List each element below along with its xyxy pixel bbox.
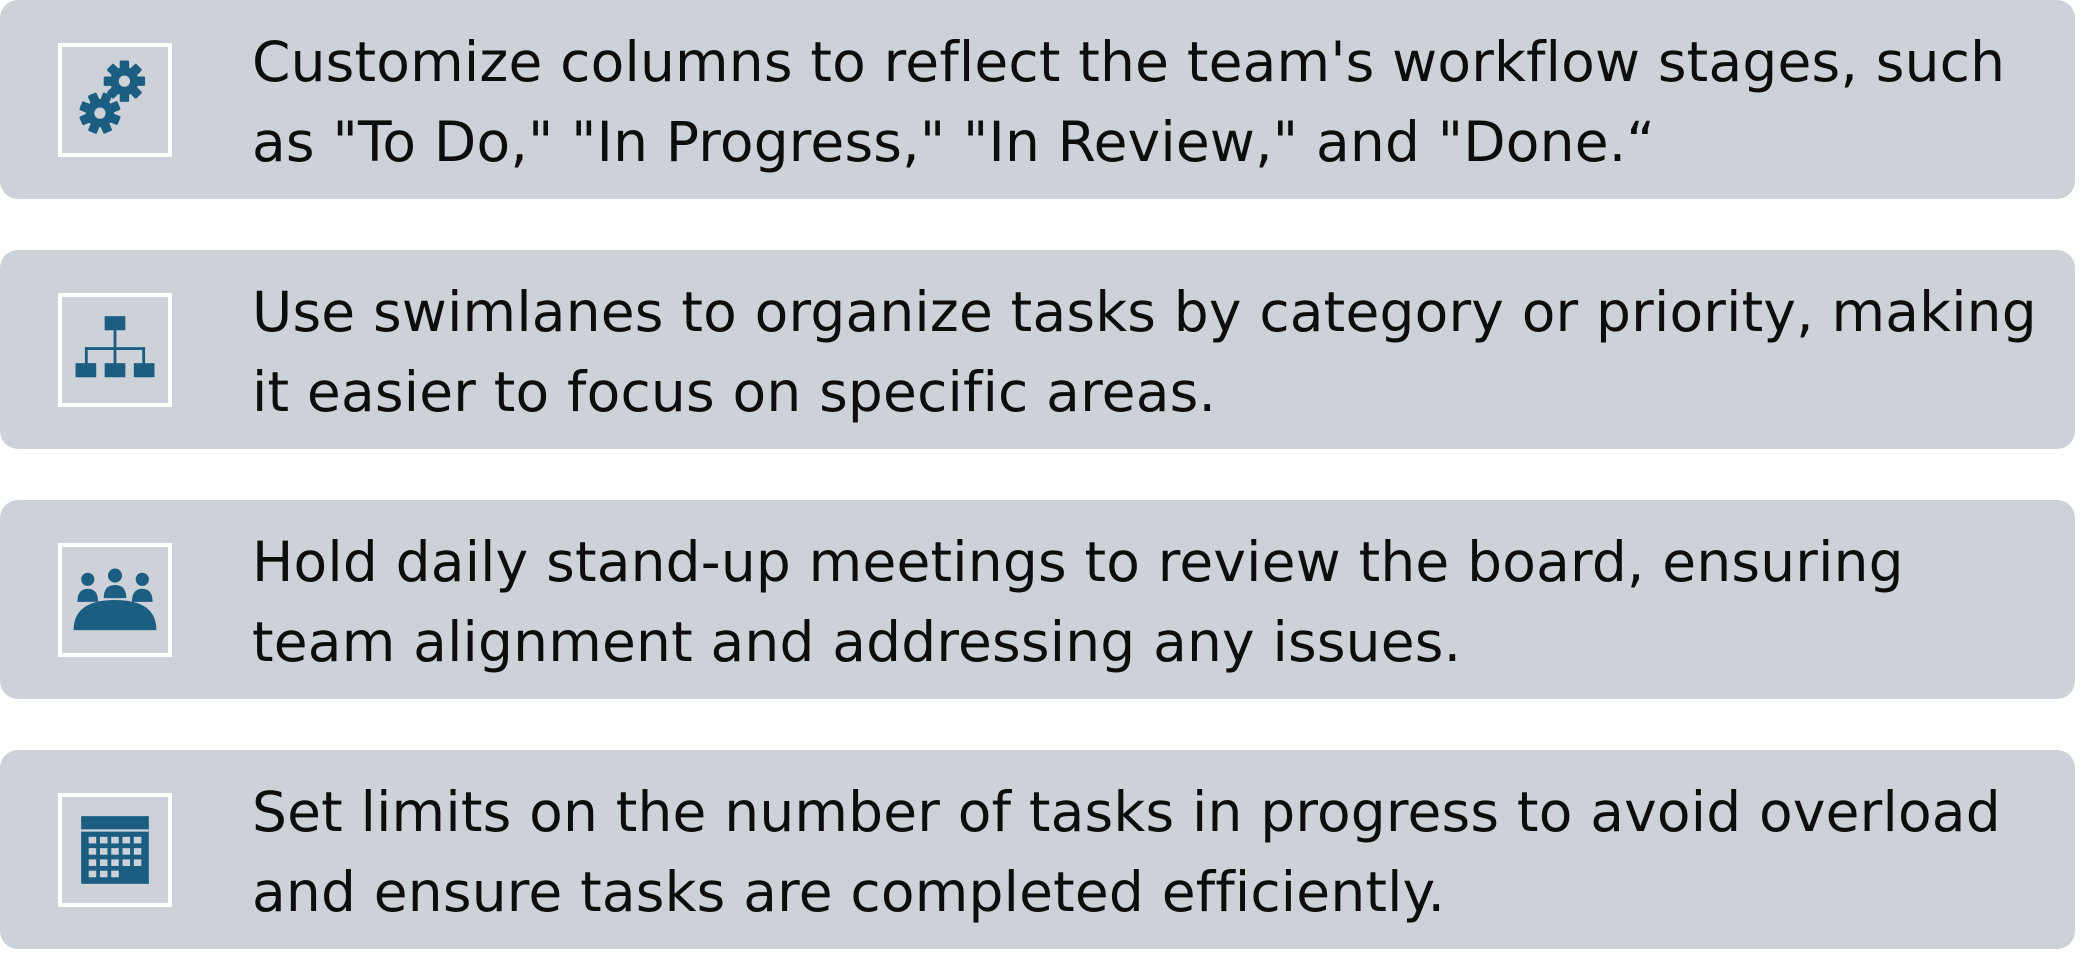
icon-frame [58,793,172,907]
tip-text: Use swimlanes to organize tasks by categ… [252,280,2037,424]
tips-list: Customize columns to reflect the team's … [0,0,2081,964]
tip-text: Hold daily stand-up meetings to review t… [252,530,1904,674]
tip-text: Customize columns to reflect the team's … [252,30,2006,174]
tip-card-swimlanes: Use swimlanes to organize tasks by categ… [0,250,2075,449]
tip-text: Set limits on the number of tasks in pro… [252,780,2001,924]
tip-card-columns: Customize columns to reflect the team's … [0,0,2075,199]
icon-frame [58,43,172,157]
gears-icon [79,60,146,134]
tip-card-standup: Hold daily stand-up meetings to review t… [0,500,2075,699]
icon-frame [58,543,172,657]
calendar-icon [81,816,149,884]
meeting-icon [73,568,157,631]
tip-card-wip-limits: Set limits on the number of tasks in pro… [0,750,2075,949]
hierarchy-icon [75,316,155,378]
icon-frame [58,293,172,407]
